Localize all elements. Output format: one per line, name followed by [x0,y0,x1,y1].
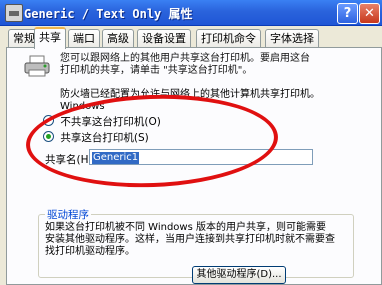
radio-share[interactable]: 共享这台打印机(S) [43,131,149,145]
tab-advanced[interactable]: 高级 [102,29,134,47]
radio-circle-checked[interactable] [43,131,54,142]
window-title: Generic / Text Only 属性 [24,7,193,21]
radio-circle[interactable] [43,115,54,126]
tab-font-selection[interactable]: 字体选择 [265,29,319,47]
printer-icon [24,55,50,77]
printer-window-icon [5,4,23,22]
drivers-group-title: 驱动程序 [45,207,91,222]
close-button[interactable]: ✕ [359,3,380,24]
share-name-value: Generic1 [92,152,140,164]
additional-drivers-button[interactable]: 其他驱动程序(D)... [192,266,286,284]
tab-sharing[interactable]: 共享 [34,27,66,49]
tab-strip: 常规 共享 端口 高级 设备设置 打印机命令 字体选择 [0,27,382,49]
tab-ports[interactable]: 端口 [68,29,100,47]
help-button[interactable]: ? [337,3,358,24]
drivers-description: 如果这台打印机被不同 Windows 版本的用户共享，则可能需要安装其他驱动程序… [45,222,335,257]
title-bar: Generic / Text Only 属性 ? ✕ [0,0,382,26]
tab-device-settings[interactable]: 设备设置 [137,29,191,47]
sharing-description: 您可以跟网络上的其他用户共享这台打印机。要启用这台打印机的共享，请单击 "共享这… [60,53,310,76]
firewall-note-os: Windows [60,101,105,112]
tab-printer-commands[interactable]: 打印机命令 [196,29,261,47]
radio-do-not-share[interactable]: 不共享这台打印机(O) [43,115,161,129]
firewall-note-text: 防火墙已经配置为允许与网络上的其他计算机共享打印机。 [60,89,320,100]
share-name-input[interactable]: Generic1 [89,149,313,165]
firewall-note: 防火墙已经配置为允许与网络上的其他计算机共享打印机。 Windows [60,89,320,113]
radio-share-label: 共享这台打印机(S) [60,132,149,144]
radio-do-not-share-label: 不共享这台打印机(O) [60,116,161,128]
